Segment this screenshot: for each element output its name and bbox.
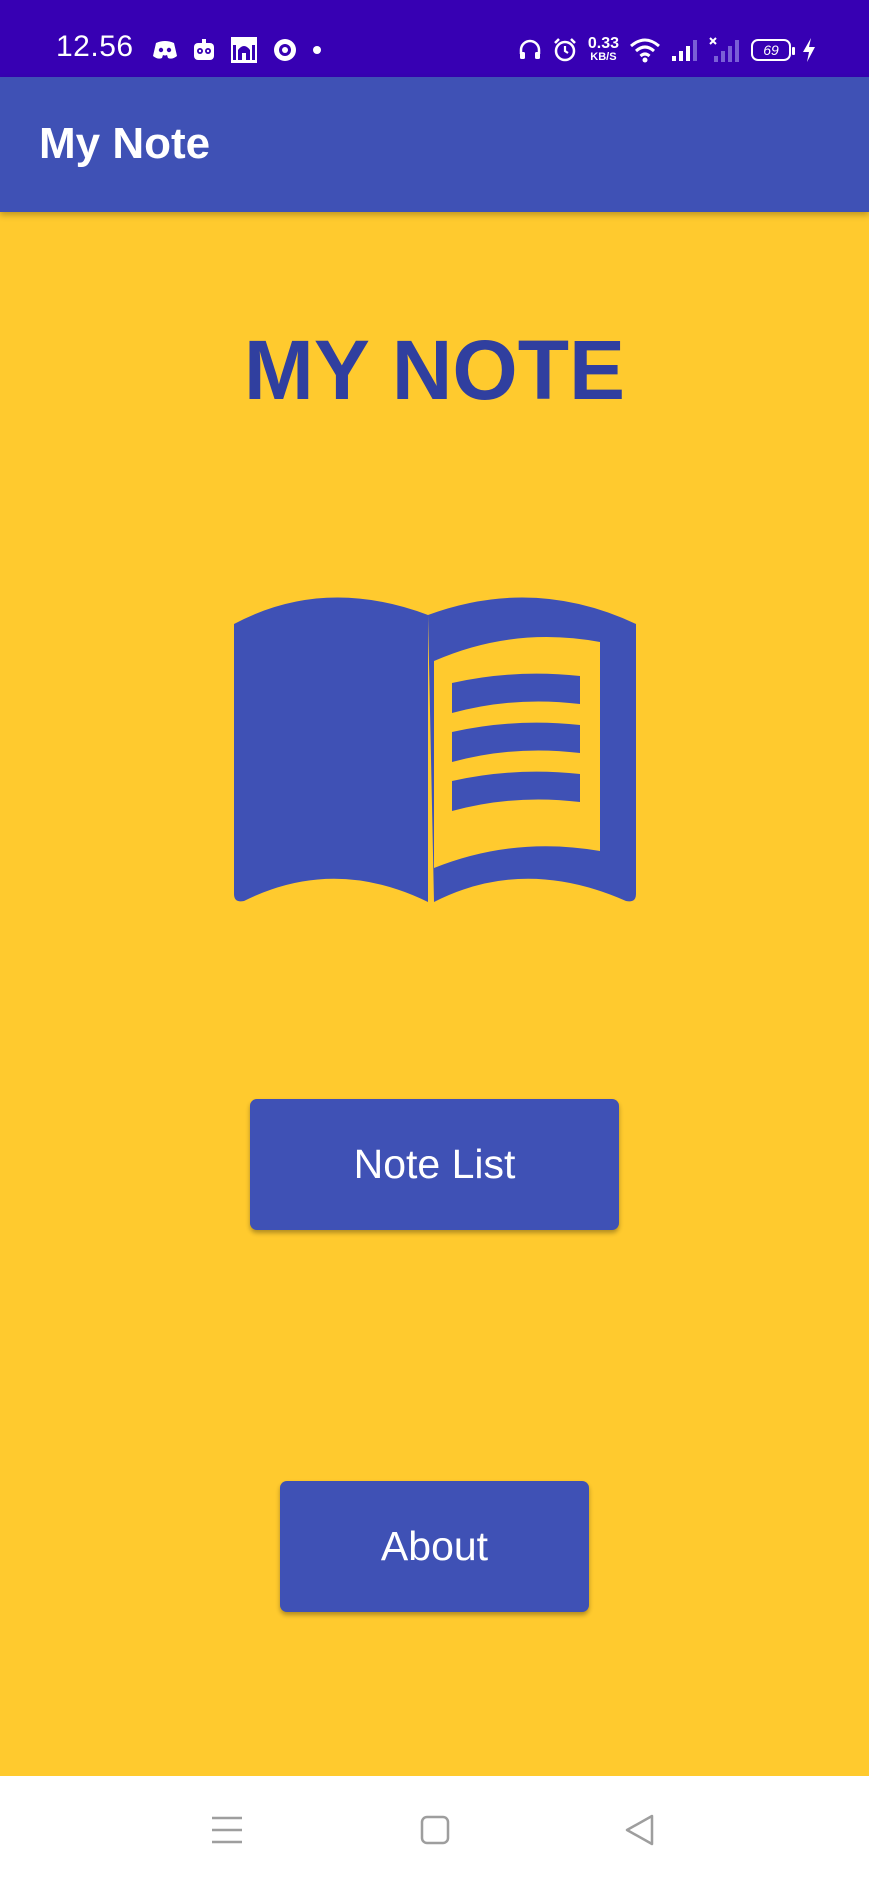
app-bar-title: My Note <box>39 119 211 168</box>
battery-level: 69 <box>763 41 779 58</box>
status-bar: 12.56 0.33 KB/S 69 <box>0 0 869 77</box>
network-speed-unit: KB/S <box>590 51 617 63</box>
home-square-icon[interactable] <box>405 1800 465 1860</box>
wifi-icon <box>629 37 661 63</box>
page-headline: MY NOTE <box>243 323 626 417</box>
charging-bolt-icon <box>801 37 817 63</box>
network-speed-value: 0.33 <box>587 35 619 52</box>
battery-icon: 69 <box>751 38 795 61</box>
network-speed-indicator: 0.33 KB/S <box>588 36 619 63</box>
system-navigation-bar <box>0 1776 869 1883</box>
app-bar: My Note <box>0 77 869 212</box>
status-right-icons: 0.33 KB/S 69 <box>518 36 817 63</box>
status-time: 12.56 <box>56 30 134 63</box>
main-screen: 12.56 0.33 KB/S 69 My Note MY NOTE Note … <box>0 0 869 1883</box>
about-button[interactable]: About <box>280 1481 589 1612</box>
robot-face-icon <box>192 38 216 62</box>
discord-icon <box>152 39 178 61</box>
mosque-icon <box>230 36 258 64</box>
notification-dot-icon <box>312 45 322 55</box>
location-target-icon <box>272 37 298 63</box>
signal-icon <box>671 38 699 62</box>
note-list-button[interactable]: Note List <box>250 1099 619 1230</box>
headphones-icon <box>518 38 542 62</box>
signal-no-service-icon <box>709 36 741 63</box>
open-book-icon <box>234 596 636 908</box>
menu-icon[interactable] <box>197 1800 257 1860</box>
alarm-icon <box>552 37 578 63</box>
status-left-icons <box>152 36 322 64</box>
back-triangle-icon[interactable] <box>609 1800 669 1860</box>
